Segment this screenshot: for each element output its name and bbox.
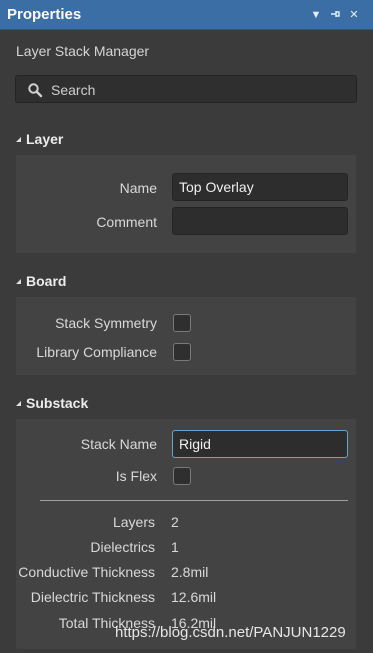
library-compliance-checkbox[interactable] bbox=[173, 343, 191, 361]
search-icon bbox=[27, 82, 43, 98]
conductive-thickness-label: Conductive Thickness bbox=[18, 564, 155, 580]
layers-label: Layers bbox=[112, 514, 155, 530]
section-substack-header[interactable]: Substack bbox=[16, 395, 88, 411]
dielectrics-label: Dielectrics bbox=[90, 539, 155, 555]
panel-title-bar: Properties ▼ ✕ bbox=[0, 0, 373, 30]
panel-title: Properties bbox=[7, 6, 82, 23]
section-layer-header[interactable]: Layer bbox=[16, 131, 63, 147]
conductive-thickness-value: 2.8mil bbox=[171, 564, 209, 580]
watermark: https://blog.csdn.net/PANJUN1229 bbox=[115, 624, 346, 641]
is-flex-checkbox[interactable] bbox=[173, 467, 191, 485]
stack-name-label: Stack Name bbox=[80, 436, 157, 452]
name-label: Name bbox=[119, 180, 157, 196]
search-input[interactable] bbox=[49, 79, 353, 101]
section-layer-title: Layer bbox=[26, 131, 64, 147]
divider bbox=[40, 500, 348, 501]
panel-subtitle: Layer Stack Manager bbox=[16, 43, 150, 59]
is-flex-label: Is Flex bbox=[115, 468, 157, 484]
close-icon[interactable]: ✕ bbox=[347, 8, 361, 22]
dropdown-icon[interactable]: ▼ bbox=[309, 8, 323, 22]
comment-label: Comment bbox=[96, 214, 157, 230]
section-board-title: Board bbox=[26, 273, 67, 289]
dielectric-thickness-value: 12.6mil bbox=[171, 589, 217, 605]
stack-symmetry-checkbox[interactable] bbox=[173, 314, 191, 332]
collapse-triangle-icon bbox=[16, 137, 21, 142]
dielectrics-value: 1 bbox=[171, 539, 179, 555]
search-box[interactable] bbox=[15, 75, 357, 103]
comment-field[interactable] bbox=[172, 207, 348, 235]
pin-icon[interactable] bbox=[328, 8, 342, 22]
section-board-header[interactable]: Board bbox=[16, 273, 66, 289]
collapse-triangle-icon bbox=[16, 279, 21, 284]
dielectric-thickness-label: Dielectric Thickness bbox=[30, 589, 155, 605]
layer-panel bbox=[16, 155, 356, 253]
stack-symmetry-label: Stack Symmetry bbox=[55, 315, 157, 331]
collapse-triangle-icon bbox=[16, 401, 21, 406]
section-substack-title: Substack bbox=[26, 395, 89, 411]
name-field[interactable] bbox=[172, 173, 348, 201]
layers-value: 2 bbox=[171, 514, 179, 530]
library-compliance-label: Library Compliance bbox=[36, 344, 157, 360]
stack-name-field[interactable] bbox=[172, 430, 348, 458]
board-panel bbox=[16, 297, 356, 375]
